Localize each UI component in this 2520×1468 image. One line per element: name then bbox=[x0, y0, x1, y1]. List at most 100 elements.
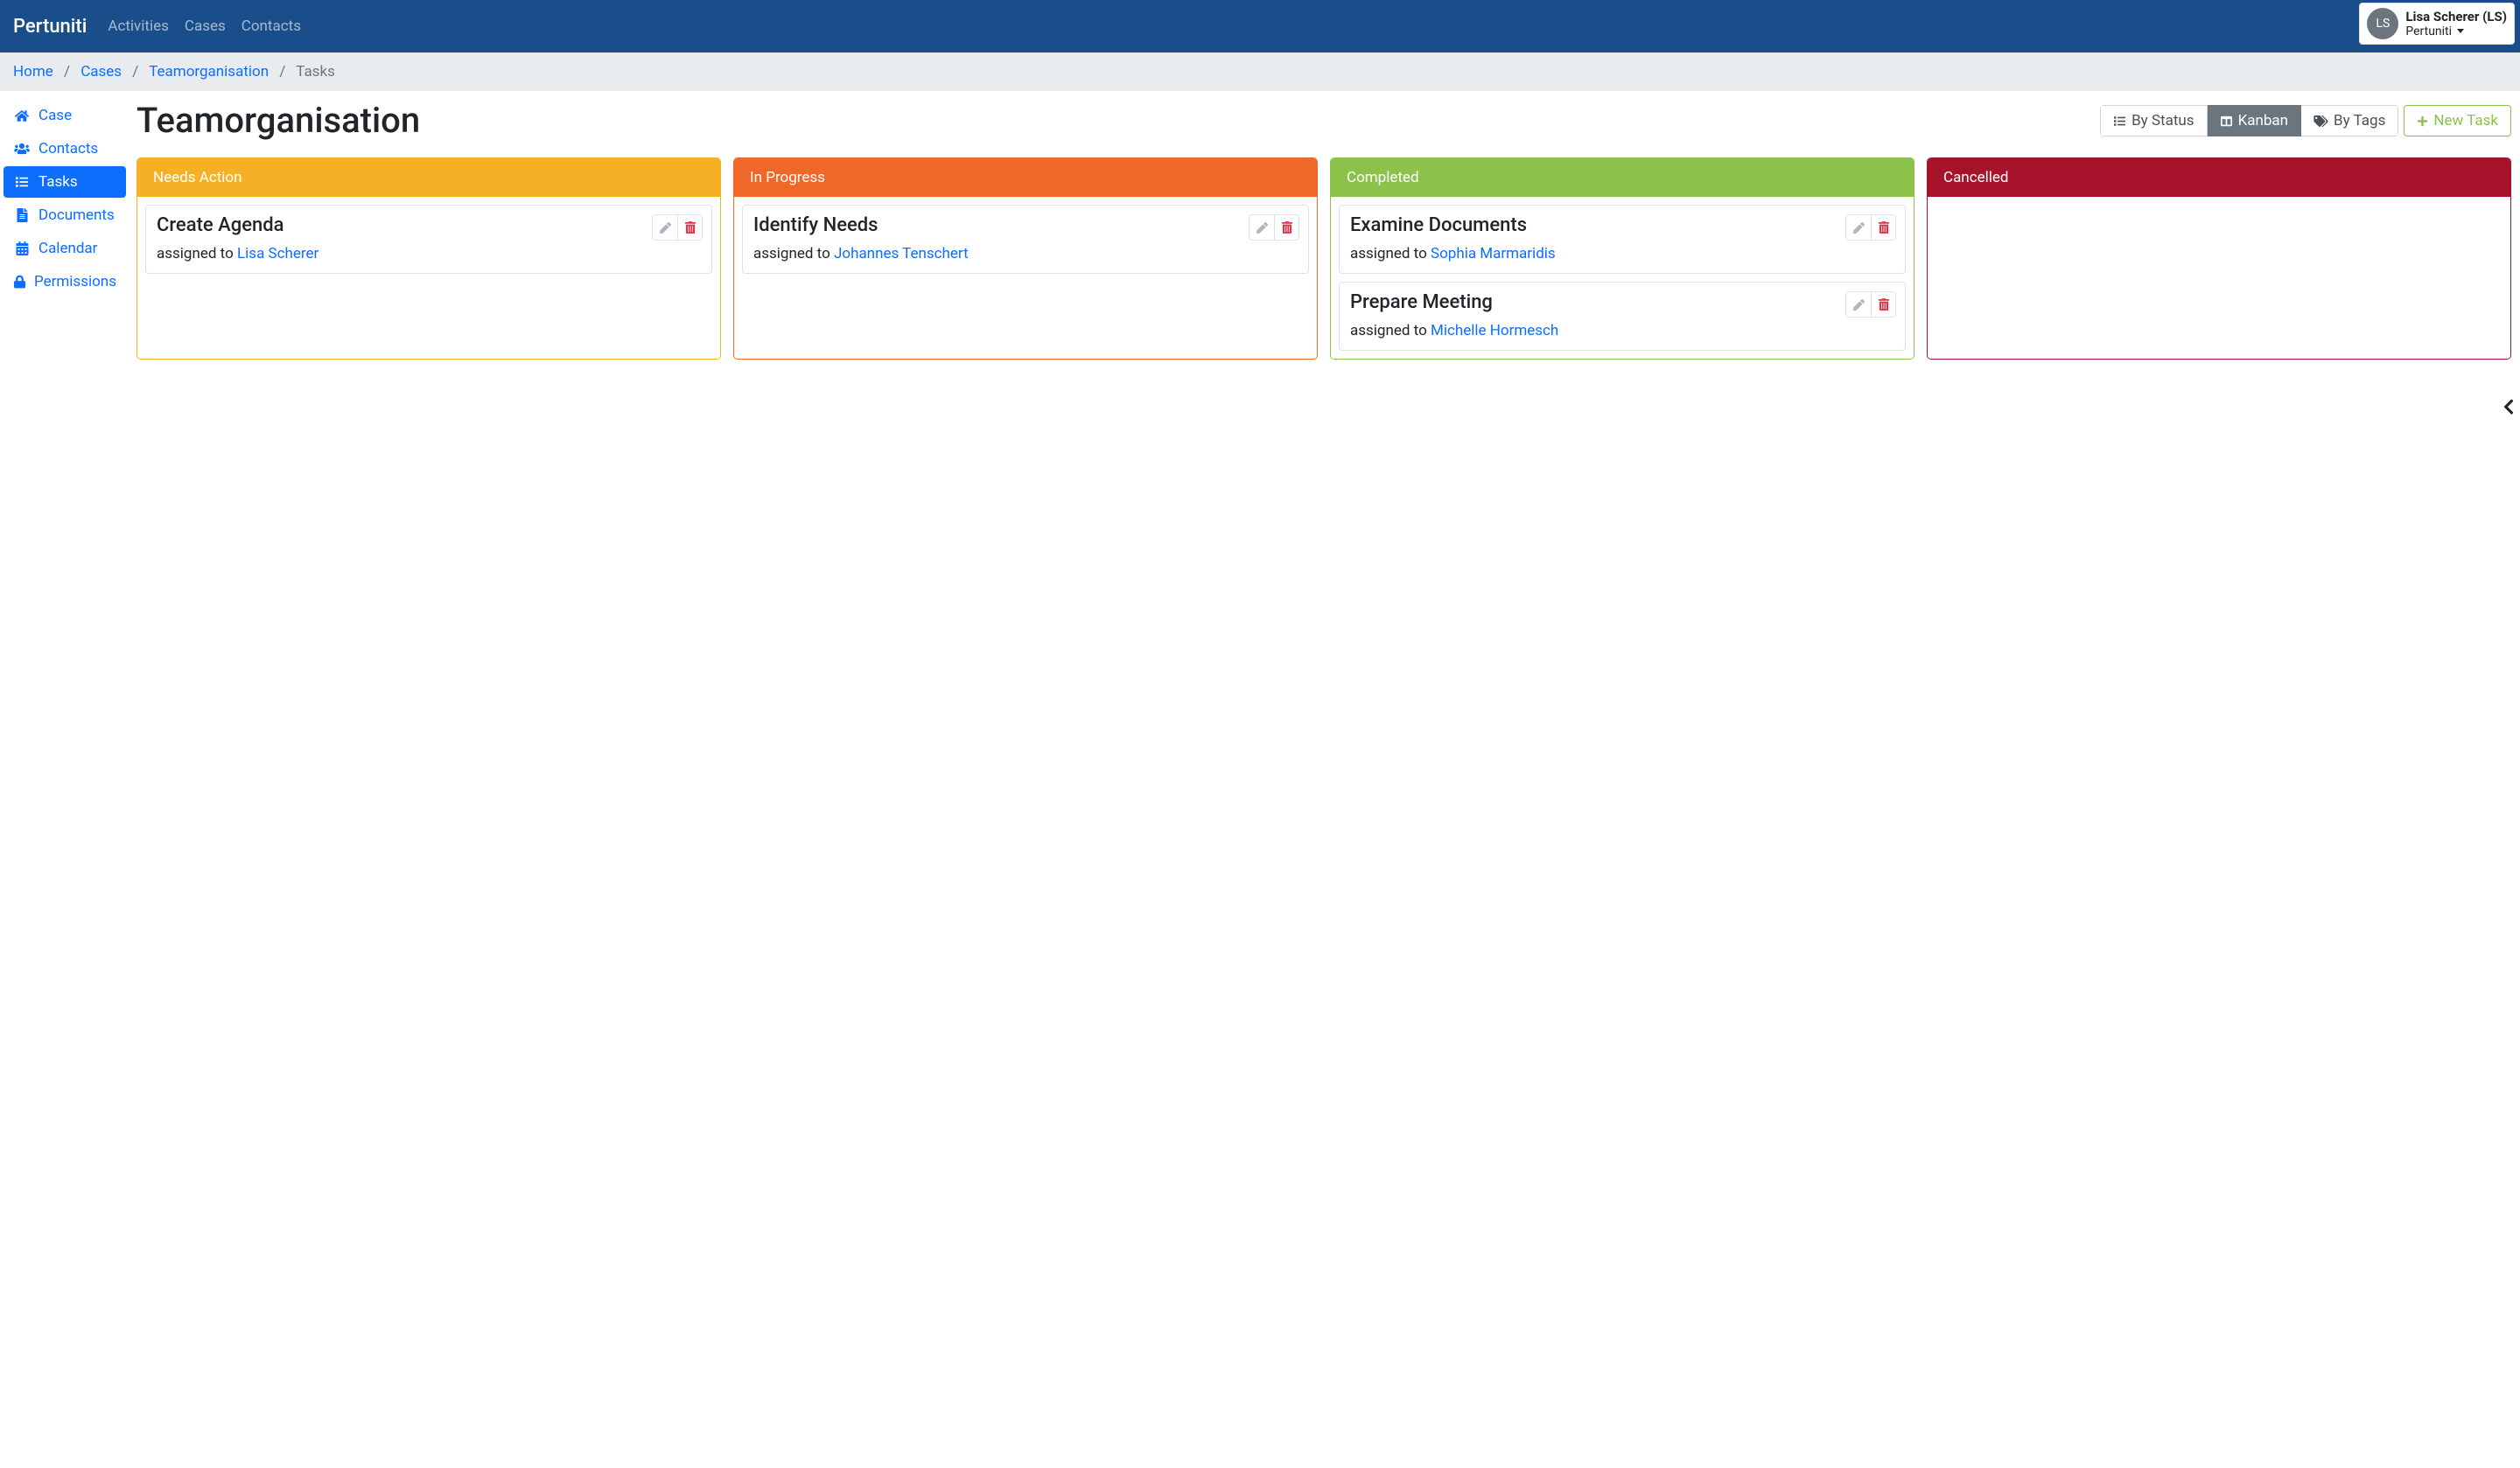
view-switch: By Status Kanban By Tags bbox=[2100, 105, 2398, 136]
assigned-prefix: assigned to bbox=[753, 245, 834, 262]
list-icon bbox=[14, 176, 30, 188]
plus-icon bbox=[2417, 115, 2428, 127]
crumb-tasks: Tasks bbox=[296, 63, 335, 80]
delete-button[interactable] bbox=[1871, 292, 1895, 317]
content: Teamorganisation By Status Kanban bbox=[128, 91, 2520, 368]
edit-button[interactable] bbox=[653, 215, 677, 240]
breadcrumb-sep: / bbox=[279, 63, 285, 80]
task-title: Prepare Meeting bbox=[1350, 291, 1894, 313]
delete-button[interactable] bbox=[677, 215, 702, 240]
user-info: Lisa Scherer (LS) Pertuniti bbox=[2405, 9, 2507, 39]
edit-button[interactable] bbox=[1846, 292, 1871, 317]
sidebar: Case Contacts Tasks Documents Calendar bbox=[0, 91, 128, 368]
new-task-button[interactable]: New Task bbox=[2404, 105, 2511, 136]
task-card[interactable]: Identify Needs assigned to Johannes Tensc… bbox=[742, 205, 1309, 274]
sidebar-item-label: Documents bbox=[38, 206, 115, 224]
column-header: Cancelled bbox=[1928, 158, 2510, 197]
caret-down-icon bbox=[2457, 29, 2464, 33]
user-menu[interactable]: LS Lisa Scherer (LS) Pertuniti bbox=[2359, 3, 2515, 45]
sidebar-item-case[interactable]: Case bbox=[4, 100, 126, 131]
page-title: Teamorganisation bbox=[136, 101, 420, 140]
brand[interactable]: Pertuniti bbox=[13, 16, 87, 38]
task-card[interactable]: Examine Documents assigned to Sophia Marm… bbox=[1339, 205, 1906, 274]
assigned-prefix: assigned to bbox=[1350, 322, 1431, 339]
top-navbar: Pertuniti Activities Cases Contacts LS L… bbox=[0, 0, 2520, 52]
column-body[interactable]: Create Agenda assigned to Lisa Scherer bbox=[137, 197, 720, 359]
view-by-status[interactable]: By Status bbox=[2100, 105, 2207, 136]
toolbar: By Status Kanban By Tags bbox=[2100, 105, 2511, 136]
tags-icon bbox=[2314, 115, 2328, 127]
trash-icon bbox=[1879, 298, 1889, 311]
column-body[interactable] bbox=[1928, 197, 2510, 359]
sidebar-item-tasks[interactable]: Tasks bbox=[4, 166, 126, 198]
trash-icon bbox=[1879, 221, 1889, 234]
task-assigned: assigned to Johannes Tenschert bbox=[753, 245, 1298, 262]
edit-button[interactable] bbox=[1250, 215, 1274, 240]
avatar: LS bbox=[2367, 8, 2398, 39]
sidebar-item-contacts[interactable]: Contacts bbox=[4, 133, 126, 164]
card-actions bbox=[652, 214, 703, 241]
column-body[interactable]: Examine Documents assigned to Sophia Marm… bbox=[1331, 197, 1914, 359]
sidebar-item-label: Tasks bbox=[38, 173, 78, 191]
sidebar-item-label: Permissions bbox=[34, 273, 116, 290]
kanban-column-needs: Needs Action Create Agenda assigned to Lis… bbox=[136, 157, 721, 360]
sidebar-item-label: Contacts bbox=[38, 140, 98, 157]
assignee-link[interactable]: Johannes Tenschert bbox=[834, 245, 969, 262]
assignee-link[interactable]: Michelle Hormesch bbox=[1431, 322, 1558, 339]
sidebar-item-label: Calendar bbox=[38, 240, 97, 257]
nav-cases[interactable]: Cases bbox=[185, 17, 226, 35]
view-label: Kanban bbox=[2238, 112, 2288, 129]
content-header: Teamorganisation By Status Kanban bbox=[136, 101, 2511, 140]
edit-button[interactable] bbox=[1846, 215, 1871, 240]
sidebar-item-calendar[interactable]: Calendar bbox=[4, 233, 126, 264]
users-icon bbox=[14, 143, 30, 155]
column-body[interactable]: Identify Needs assigned to Johannes Tensc… bbox=[734, 197, 1317, 359]
task-assigned: assigned to Sophia Marmaridis bbox=[1350, 245, 1894, 262]
sidebar-item-documents[interactable]: Documents bbox=[4, 199, 126, 231]
list-icon bbox=[2113, 115, 2126, 127]
view-kanban[interactable]: Kanban bbox=[2208, 105, 2301, 136]
columns-icon bbox=[2220, 115, 2233, 127]
task-title: Identify Needs bbox=[753, 214, 1298, 236]
assigned-prefix: assigned to bbox=[1350, 245, 1431, 262]
kanban-column-progress: In Progress Identify Needs assigned to Joh… bbox=[733, 157, 1318, 360]
card-actions bbox=[1845, 291, 1896, 318]
task-card[interactable]: Prepare Meeting assigned to Michelle Horm… bbox=[1339, 282, 1906, 351]
delete-button[interactable] bbox=[1274, 215, 1298, 240]
kanban-column-completed: CompletedExamine Documentsassigned to So… bbox=[1330, 157, 1914, 360]
assignee-link[interactable]: Lisa Scherer bbox=[237, 245, 318, 262]
card-actions bbox=[1249, 214, 1299, 241]
kanban-board: Needs Action Create Agenda assigned to Lis… bbox=[136, 157, 2511, 360]
pencil-icon bbox=[660, 222, 671, 234]
view-label: By Tags bbox=[2334, 112, 2385, 129]
task-title: Create Agenda bbox=[157, 214, 701, 236]
breadcrumb-sep: / bbox=[132, 63, 138, 80]
task-assigned: assigned to Lisa Scherer bbox=[157, 245, 701, 262]
user-org: Pertuniti bbox=[2405, 24, 2507, 39]
column-header: In Progress bbox=[734, 158, 1317, 197]
sidebar-item-permissions[interactable]: Permissions bbox=[4, 266, 126, 297]
crumb-home[interactable]: Home bbox=[13, 63, 53, 80]
nav-contacts[interactable]: Contacts bbox=[242, 17, 301, 35]
collapse-panel-button[interactable] bbox=[2502, 398, 2515, 416]
user-name: Lisa Scherer (LS) bbox=[2405, 9, 2507, 24]
crumb-cases[interactable]: Cases bbox=[80, 63, 122, 80]
task-card[interactable]: Create Agenda assigned to Lisa Scherer bbox=[145, 205, 712, 274]
assignee-link[interactable]: Sophia Marmaridis bbox=[1431, 245, 1556, 262]
view-by-tags[interactable]: By Tags bbox=[2301, 105, 2398, 136]
delete-button[interactable] bbox=[1871, 215, 1895, 240]
user-org-label: Pertuniti bbox=[2405, 24, 2452, 39]
trash-icon bbox=[1282, 221, 1292, 234]
nav-activities[interactable]: Activities bbox=[108, 17, 169, 35]
task-title: Examine Documents bbox=[1350, 214, 1894, 236]
trash-icon bbox=[685, 221, 696, 234]
assigned-prefix: assigned to bbox=[157, 245, 237, 262]
view-label: By Status bbox=[2132, 112, 2194, 129]
new-task-label: New Task bbox=[2433, 112, 2498, 129]
home-icon bbox=[14, 109, 30, 122]
pencil-icon bbox=[1256, 222, 1268, 234]
sidebar-item-label: Case bbox=[38, 107, 72, 124]
column-header: Needs Action bbox=[137, 158, 720, 197]
pencil-icon bbox=[1853, 222, 1865, 234]
crumb-team[interactable]: Teamorganisation bbox=[149, 63, 269, 80]
